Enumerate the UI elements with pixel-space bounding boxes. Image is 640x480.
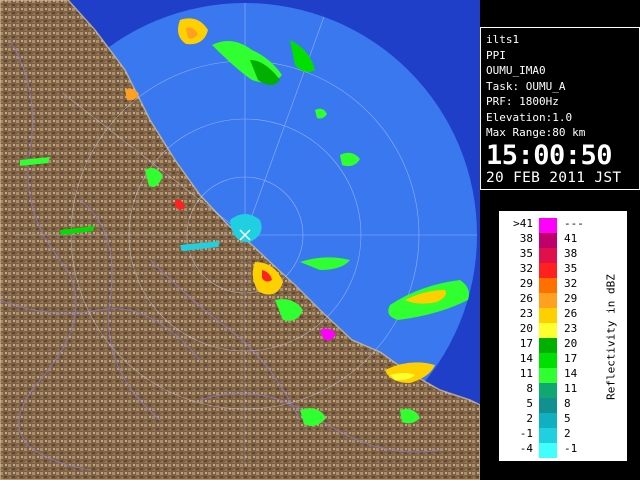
legend-swatch xyxy=(539,383,557,398)
prf-value: PRF: 1800Hz xyxy=(486,95,559,108)
legend-swatch xyxy=(539,398,557,413)
legend-swatch xyxy=(539,353,557,368)
radar-id: ilts1 xyxy=(486,33,520,46)
legend-swatch xyxy=(539,263,557,278)
legend-low-label: 17 xyxy=(519,337,533,350)
legend-low-label: 11 xyxy=(519,367,533,380)
site-name: OUMU_IMA0 xyxy=(486,64,546,77)
legend-low-label: 5 xyxy=(526,397,533,410)
scan-info-panel: ilts1 PPI OUMU_IMA0 Task: OUMU_A PRF: 18… xyxy=(480,27,640,190)
legend-low-label: -4 xyxy=(519,442,533,455)
max-range-value: Max Range:80 km xyxy=(486,126,586,139)
legend-low-label: 23 xyxy=(519,307,533,320)
legend-swatch xyxy=(539,428,557,443)
legend-low-label: 14 xyxy=(519,352,533,365)
legend-swatch xyxy=(539,443,557,458)
legend-low-label: 2 xyxy=(526,412,533,425)
scan-time: 15:00:50 xyxy=(486,139,613,171)
elevation-value: Elevation:1.0 xyxy=(486,110,573,124)
legend-swatch xyxy=(539,293,557,308)
legend-high-label: -1 xyxy=(564,442,578,455)
legend-high-label: 5 xyxy=(564,412,571,425)
legend-swatch xyxy=(539,278,557,293)
legend-low-label: 29 xyxy=(519,277,533,290)
legend-high-label: 2 xyxy=(564,427,571,440)
legend-high-label: 20 xyxy=(564,337,578,350)
legend-low-label: 20 xyxy=(519,322,533,335)
legend-swatch xyxy=(539,233,557,248)
scan-date: 20 FEB 2011 JST xyxy=(486,169,622,186)
legend-high-label: 23 xyxy=(564,322,578,335)
legend-swatch xyxy=(539,248,557,263)
legend-high-label: 17 xyxy=(564,352,578,365)
legend-swatch xyxy=(539,308,557,323)
legend-high-label: 32 xyxy=(564,277,578,290)
legend-unit: Reflectivity in dBZ xyxy=(604,274,618,400)
radar-ppi-display xyxy=(0,0,480,480)
legend-low-label: >41 xyxy=(513,217,533,230)
legend-low-label: 32 xyxy=(519,262,533,275)
legend-high-label: 8 xyxy=(564,397,571,410)
legend-high-label: 35 xyxy=(564,262,578,275)
legend-low-label: -1 xyxy=(519,427,533,440)
radar-map xyxy=(0,0,480,480)
legend-swatch xyxy=(539,323,557,338)
task-name: Task: OUMU_A xyxy=(486,79,566,93)
legend-high-label: --- xyxy=(564,217,584,230)
legend-low-label: 8 xyxy=(526,382,533,395)
legend-high-label: 29 xyxy=(564,292,578,305)
legend-high-label: 14 xyxy=(564,367,578,380)
legend-swatch xyxy=(539,218,557,233)
legend-high-label: 38 xyxy=(564,247,578,260)
legend-swatch xyxy=(539,413,557,428)
legend-low-label: 38 xyxy=(519,232,533,245)
legend-swatch xyxy=(539,338,557,353)
legend-low-label: 35 xyxy=(519,247,533,260)
reflectivity-legend: >41 --- 38 41 35 38 32 35 29 32 26 29 23 26 20 23 17 20 14… xyxy=(498,210,628,462)
legend-high-label: 11 xyxy=(564,382,578,395)
legend-low-label: 26 xyxy=(519,292,533,305)
legend-swatch xyxy=(539,368,557,383)
legend-high-label: 41 xyxy=(564,232,578,245)
legend-high-label: 26 xyxy=(564,307,578,320)
scan-mode: PPI xyxy=(486,48,506,62)
